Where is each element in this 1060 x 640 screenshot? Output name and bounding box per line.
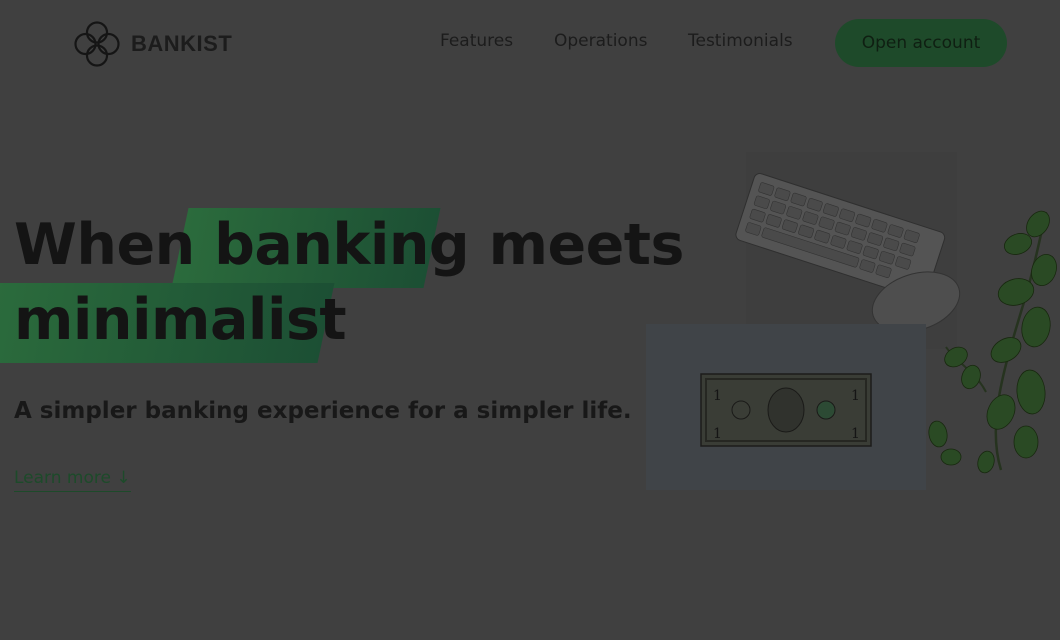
open-account-button[interactable]: Open account bbox=[835, 19, 1007, 67]
hero-subtitle: A simpler banking experience for a simpl… bbox=[14, 398, 632, 424]
navbar: BANKIST Features Operations Testimonials… bbox=[0, 0, 1060, 86]
hero-word-when: When bbox=[14, 212, 195, 278]
hero-title-line1: When banking meets bbox=[14, 208, 684, 283]
learn-more-link[interactable]: Learn more ↓ bbox=[14, 468, 131, 492]
nav-link-operations[interactable]: Operations bbox=[554, 31, 647, 51]
svg-text:1: 1 bbox=[713, 388, 722, 404]
hero-title: When banking meets minimalist bbox=[14, 208, 684, 358]
hero-title-line2: minimalist bbox=[14, 287, 347, 353]
hero-illustration: 1 1 1 1 bbox=[646, 152, 1057, 490]
svg-text:1: 1 bbox=[851, 426, 860, 442]
logo[interactable]: BANKIST bbox=[73, 20, 232, 68]
nav-link-features[interactable]: Features bbox=[440, 31, 513, 51]
dollar-bill: 1 1 1 1 bbox=[700, 373, 872, 447]
bankist-logo-icon bbox=[74, 21, 120, 67]
svg-text:1: 1 bbox=[713, 426, 722, 442]
svg-text:1: 1 bbox=[851, 388, 860, 404]
hero-word-banking: banking bbox=[214, 212, 470, 278]
nav-link-testimonials[interactable]: Testimonials bbox=[688, 31, 793, 51]
logo-text: BANKIST bbox=[131, 31, 233, 56]
